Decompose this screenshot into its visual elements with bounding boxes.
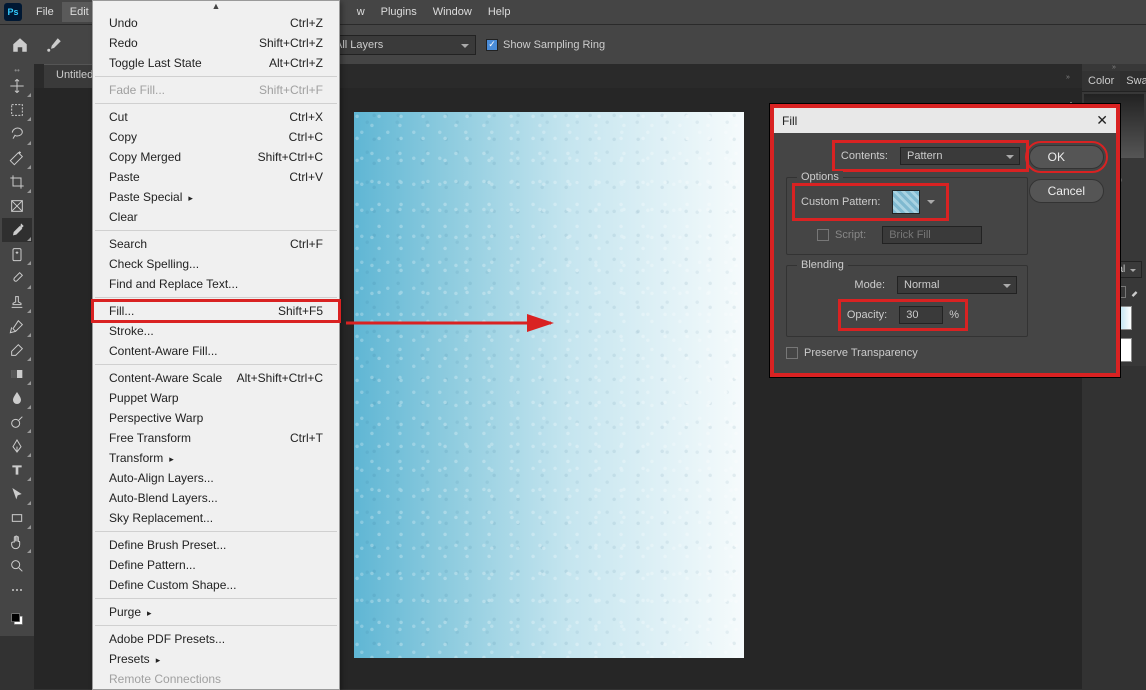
fill-dialog: Fill ✕ OK Cancel Contents: Pattern Optio… — [774, 108, 1116, 373]
tool-dodge[interactable] — [2, 410, 32, 434]
menu-item-paste-special[interactable]: Paste Special — [93, 187, 339, 207]
dialog-title: Fill — [782, 114, 797, 128]
menu-view-fragment[interactable]: w — [349, 2, 373, 22]
show-sampling-ring-checkbox[interactable]: ✓ Show Sampling Ring — [486, 39, 605, 51]
menu-item-find-and-replace-text[interactable]: Find and Replace Text... — [93, 274, 339, 294]
menu-item-copy-merged[interactable]: Copy MergedShift+Ctrl+C — [93, 147, 339, 167]
script-select: Brick Fill — [882, 226, 982, 244]
lock-brush-icon[interactable] — [1130, 286, 1140, 298]
menu-item-define-brush-preset[interactable]: Define Brush Preset... — [93, 535, 339, 555]
tool-spot-heal[interactable] — [2, 242, 32, 266]
menu-item-fade-fill[interactable]: Fade Fill...Shift+Ctrl+F — [93, 80, 339, 100]
menu-item-content-aware-fill[interactable]: Content-Aware Fill... — [93, 341, 339, 361]
contents-row-highlight: Contents: Pattern — [837, 145, 1024, 167]
dialog-titlebar[interactable]: Fill ✕ — [774, 108, 1116, 133]
menu-item-free-transform[interactable]: Free TransformCtrl+T — [93, 428, 339, 448]
preserve-transparency-checkbox[interactable] — [786, 347, 798, 359]
tool-history-brush[interactable] — [2, 314, 32, 338]
app-icon: Ps — [4, 3, 22, 21]
contents-label: Contents: — [841, 150, 888, 162]
blending-fieldset: Blending Mode: Normal Opacity: 30 % — [786, 265, 1028, 337]
menu-item-perspective-warp[interactable]: Perspective Warp — [93, 408, 339, 428]
tool-lasso[interactable] — [2, 122, 32, 146]
tool-rectangle[interactable] — [2, 506, 32, 530]
options-fieldset: Options Custom Pattern: Script: Brick Fi… — [786, 177, 1028, 255]
tool-stamp[interactable] — [2, 290, 32, 314]
menu-item-remote-connections[interactable]: Remote Connections — [93, 669, 339, 689]
menu-item-define-pattern[interactable]: Define Pattern... — [93, 555, 339, 575]
menu-item-undo[interactable]: UndoCtrl+Z — [93, 13, 339, 33]
tool-gradient[interactable] — [2, 362, 32, 386]
tool-wand[interactable] — [2, 146, 32, 170]
opacity-input[interactable]: 30 — [899, 306, 943, 324]
mode-label: Mode: — [854, 279, 885, 291]
pattern-picker[interactable] — [892, 190, 920, 214]
cancel-button[interactable]: Cancel — [1029, 179, 1104, 203]
show-sampling-ring-label: Show Sampling Ring — [503, 39, 605, 51]
opacity-highlight: Opacity: 30 % — [843, 304, 963, 326]
preserve-transparency-label: Preserve Transparency — [804, 347, 918, 359]
menu-item-search[interactable]: SearchCtrl+F — [93, 234, 339, 254]
tool-pen[interactable] — [2, 434, 32, 458]
menu-item-clear[interactable]: Clear — [93, 207, 339, 227]
menu-item-stroke[interactable]: Stroke... — [93, 321, 339, 341]
menu-item-presets[interactable]: Presets — [93, 649, 339, 669]
tool-path-select[interactable] — [2, 482, 32, 506]
menu-item-sky-replacement[interactable]: Sky Replacement... — [93, 508, 339, 528]
tool-marquee[interactable] — [2, 98, 32, 122]
menu-item-purge[interactable]: Purge — [93, 602, 339, 622]
contents-select[interactable]: Pattern — [900, 147, 1020, 165]
tool-move[interactable] — [2, 74, 32, 98]
swatches-tab[interactable]: Swa — [1120, 71, 1146, 92]
menu-item-check-spelling[interactable]: Check Spelling... — [93, 254, 339, 274]
tool-fgbg-colors[interactable] — [2, 602, 32, 636]
menu-item-content-aware-scale[interactable]: Content-Aware ScaleAlt+Shift+Ctrl+C — [93, 368, 339, 388]
menu-item-cut[interactable]: CutCtrl+X — [93, 107, 339, 127]
script-checkbox[interactable] — [817, 229, 829, 241]
tool-crop[interactable] — [2, 170, 32, 194]
menu-item-transform[interactable]: Transform — [93, 448, 339, 468]
menu-plugins[interactable]: Plugins — [373, 2, 425, 22]
opacity-label: Opacity: — [847, 309, 887, 321]
canvas[interactable] — [354, 112, 744, 658]
menu-help[interactable]: Help — [480, 2, 519, 22]
tool-blur[interactable] — [2, 386, 32, 410]
menu-item-puppet-warp[interactable]: Puppet Warp — [93, 388, 339, 408]
menu-item-redo[interactable]: RedoShift+Ctrl+Z — [93, 33, 339, 53]
tool-hand[interactable] — [2, 530, 32, 554]
menu-item-toggle-last-state[interactable]: Toggle Last StateAlt+Ctrl+Z — [93, 53, 339, 73]
opacity-unit: % — [949, 309, 959, 321]
menu-item-define-custom-shape[interactable]: Define Custom Shape... — [93, 575, 339, 595]
menu-item-adobe-pdf-presets[interactable]: Adobe PDF Presets... — [93, 629, 339, 649]
edit-dropdown: ▲ UndoCtrl+ZRedoShift+Ctrl+ZToggle Last … — [92, 0, 340, 690]
scroll-up-arrow[interactable]: ▲ — [93, 1, 339, 13]
custom-pattern-highlight: Custom Pattern: — [797, 188, 944, 216]
color-tab[interactable]: Color — [1082, 71, 1120, 92]
fill-dialog-highlight: Fill ✕ OK Cancel Contents: Pattern Optio… — [770, 104, 1120, 377]
menu-window[interactable]: Window — [425, 2, 480, 22]
mode-select[interactable]: Normal — [897, 276, 1017, 294]
script-label: Script: — [835, 229, 866, 241]
options-legend: Options — [797, 171, 843, 183]
blending-legend: Blending — [797, 259, 848, 271]
tool-eyedropper[interactable] — [2, 218, 32, 242]
menu-item-copy[interactable]: CopyCtrl+C — [93, 127, 339, 147]
home-button[interactable] — [8, 33, 32, 57]
tools-panel: •• — [0, 64, 34, 636]
tool-eraser[interactable] — [2, 338, 32, 362]
menu-item-auto-align-layers[interactable]: Auto-Align Layers... — [93, 468, 339, 488]
menu-item-paste[interactable]: PasteCtrl+V — [93, 167, 339, 187]
menu-item-fill[interactable]: Fill...Shift+F5 — [93, 301, 339, 321]
close-icon[interactable]: ✕ — [1096, 112, 1108, 129]
tool-edit-toolbar[interactable] — [2, 578, 32, 602]
tool-frame[interactable] — [2, 194, 32, 218]
custom-pattern-label: Custom Pattern: — [801, 196, 880, 208]
menu-file[interactable]: File — [28, 2, 62, 22]
menu-item-auto-blend-layers[interactable]: Auto-Blend Layers... — [93, 488, 339, 508]
tool-preset-icon[interactable] — [42, 33, 66, 57]
tool-brush[interactable] — [2, 266, 32, 290]
tool-type[interactable] — [2, 458, 32, 482]
sample-scope-select[interactable]: All Layers — [326, 35, 476, 55]
tool-zoom[interactable] — [2, 554, 32, 578]
